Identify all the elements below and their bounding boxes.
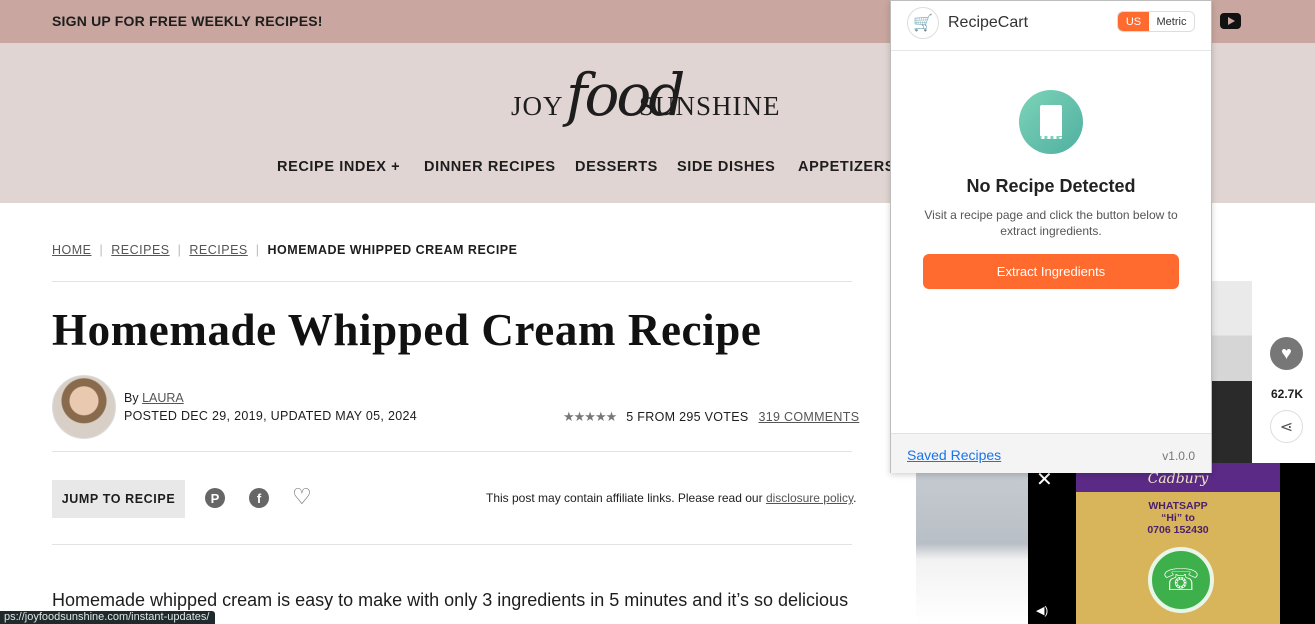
nav-appetizers[interactable]: APPETIZERS <box>798 159 895 175</box>
extension-name: RecipeCart <box>948 14 1029 31</box>
site-logo[interactable]: JOY food SUNSHINE <box>511 57 801 147</box>
sidebar-image[interactable] <box>1209 281 1252 463</box>
recipecart-extension-popup: 🛒 RecipeCart US Metric No Recipe Detecte… <box>890 0 1212 473</box>
ad-photo[interactable] <box>916 463 1028 624</box>
affiliate-text: This post may contain affiliate links. P… <box>486 491 763 505</box>
article-intro: Homemade whipped cream is easy to make w… <box>52 590 849 610</box>
signup-link[interactable]: SIGN UP FOR FREE WEEKLY RECIPES! <box>52 13 323 29</box>
no-recipe-heading: No Recipe Detected <box>966 176 1136 196</box>
cart-icon: 🛒 <box>907 7 939 39</box>
extract-ingredients-button[interactable]: Extract Ingredients <box>923 254 1179 289</box>
disclosure-policy-link[interactable]: disclosure policy <box>766 491 853 505</box>
nav-dinner-recipes[interactable]: DINNER RECIPES <box>424 159 556 175</box>
ad-brand: Cadbury <box>1147 471 1209 487</box>
nav-desserts[interactable]: DESSERTS <box>575 159 658 175</box>
breadcrumb-separator: | <box>177 243 182 257</box>
unit-us-option[interactable]: US <box>1118 12 1149 31</box>
ad-line-1: WHATSAPP <box>1148 500 1208 512</box>
youtube-icon[interactable] <box>1220 13 1241 29</box>
ad-whatsapp-label: WHATSAPP “Hi” to 0706 152430 <box>1076 500 1280 536</box>
author-byline: By LAURA <box>124 391 184 405</box>
divider <box>52 451 852 452</box>
no-recipe-description: Visit a recipe page and click the button… <box>924 208 1178 238</box>
divider <box>52 544 852 545</box>
ad-line-2: “Hi” to <box>1161 512 1195 524</box>
saved-recipes-link[interactable]: Saved Recipes <box>907 447 1001 463</box>
facebook-icon[interactable]: f <box>249 488 269 508</box>
extension-header: 🛒 RecipeCart US Metric <box>891 1 1211 51</box>
share-count: 62.7K <box>1270 387 1304 401</box>
extension-footer: Saved Recipes v1.0.0 <box>891 433 1211 473</box>
ad-panel: Cadbury WHATSAPP “Hi” to 0706 152430 ☏ <box>1076 463 1280 624</box>
breadcrumb: HOME | RECIPES | RECIPES | HOMEMADE WHIPPED CR… <box>52 243 517 257</box>
breadcrumb-recipes[interactable]: RECIPES <box>111 243 169 257</box>
breadcrumb-current: HOMEMADE WHIPPED CREAM RECIPE <box>267 243 518 257</box>
affiliate-suffix: . <box>853 491 857 505</box>
pinterest-icon[interactable]: P <box>205 488 225 508</box>
browser-status-url: ps://joyfoodsunshine.com/instant-updates… <box>0 611 216 624</box>
rating-summary: ★★★★★ 5 FROM 295 VOTES 319 COMMENTS <box>563 409 859 425</box>
logo-word-joy: JOY <box>511 91 564 121</box>
nav-side-dishes[interactable]: SIDE DISHES <box>677 159 775 175</box>
post-dates: POSTED DEC 29, 2019, UPDATED MAY 05, 202… <box>124 409 417 423</box>
receipt-icon <box>1019 90 1083 154</box>
extension-version: v1.0.0 <box>1162 449 1195 463</box>
byline-prefix: By <box>124 391 139 405</box>
breadcrumb-separator: | <box>255 243 260 257</box>
unit-metric-option[interactable]: Metric <box>1149 12 1194 31</box>
breadcrumb-separator: | <box>99 243 104 257</box>
breadcrumb-home[interactable]: HOME <box>52 243 92 257</box>
comments-link[interactable]: 319 COMMENTS <box>758 410 859 424</box>
nav-recipe-index[interactable]: RECIPE INDEX + <box>277 159 400 175</box>
affiliate-notice: This post may contain affiliate links. P… <box>486 491 856 505</box>
rating-votes: 5 FROM 295 VOTES <box>626 410 749 424</box>
ad-line-3: 0706 152430 <box>1147 524 1209 536</box>
jump-to-recipe-button[interactable]: JUMP TO RECIPE <box>52 480 185 518</box>
share-icon[interactable]: ⋖ <box>1270 410 1303 443</box>
unit-toggle[interactable]: US Metric <box>1117 11 1195 32</box>
rating-stars-icon[interactable]: ★★★★★ <box>563 409 617 424</box>
volume-icon[interactable]: ◀) <box>1036 604 1048 617</box>
divider <box>52 281 852 282</box>
page-title: Homemade Whipped Cream Recipe <box>52 305 762 355</box>
heart-icon[interactable]: ♡ <box>292 486 314 508</box>
receipt-paper <box>1040 105 1062 139</box>
save-heart-icon[interactable]: ♥ <box>1270 337 1303 370</box>
whatsapp-icon: ☏ <box>1148 547 1214 613</box>
video-ad[interactable]: ✕ Cadbury WHATSAPP “Hi” to 0706 152430 ☏… <box>1028 463 1315 624</box>
author-link[interactable]: LAURA <box>142 391 184 405</box>
author-avatar[interactable] <box>52 375 116 439</box>
logo-word-sunshine: SUNSHINE <box>639 91 781 121</box>
breadcrumb-recipes-sub[interactable]: RECIPES <box>189 243 247 257</box>
